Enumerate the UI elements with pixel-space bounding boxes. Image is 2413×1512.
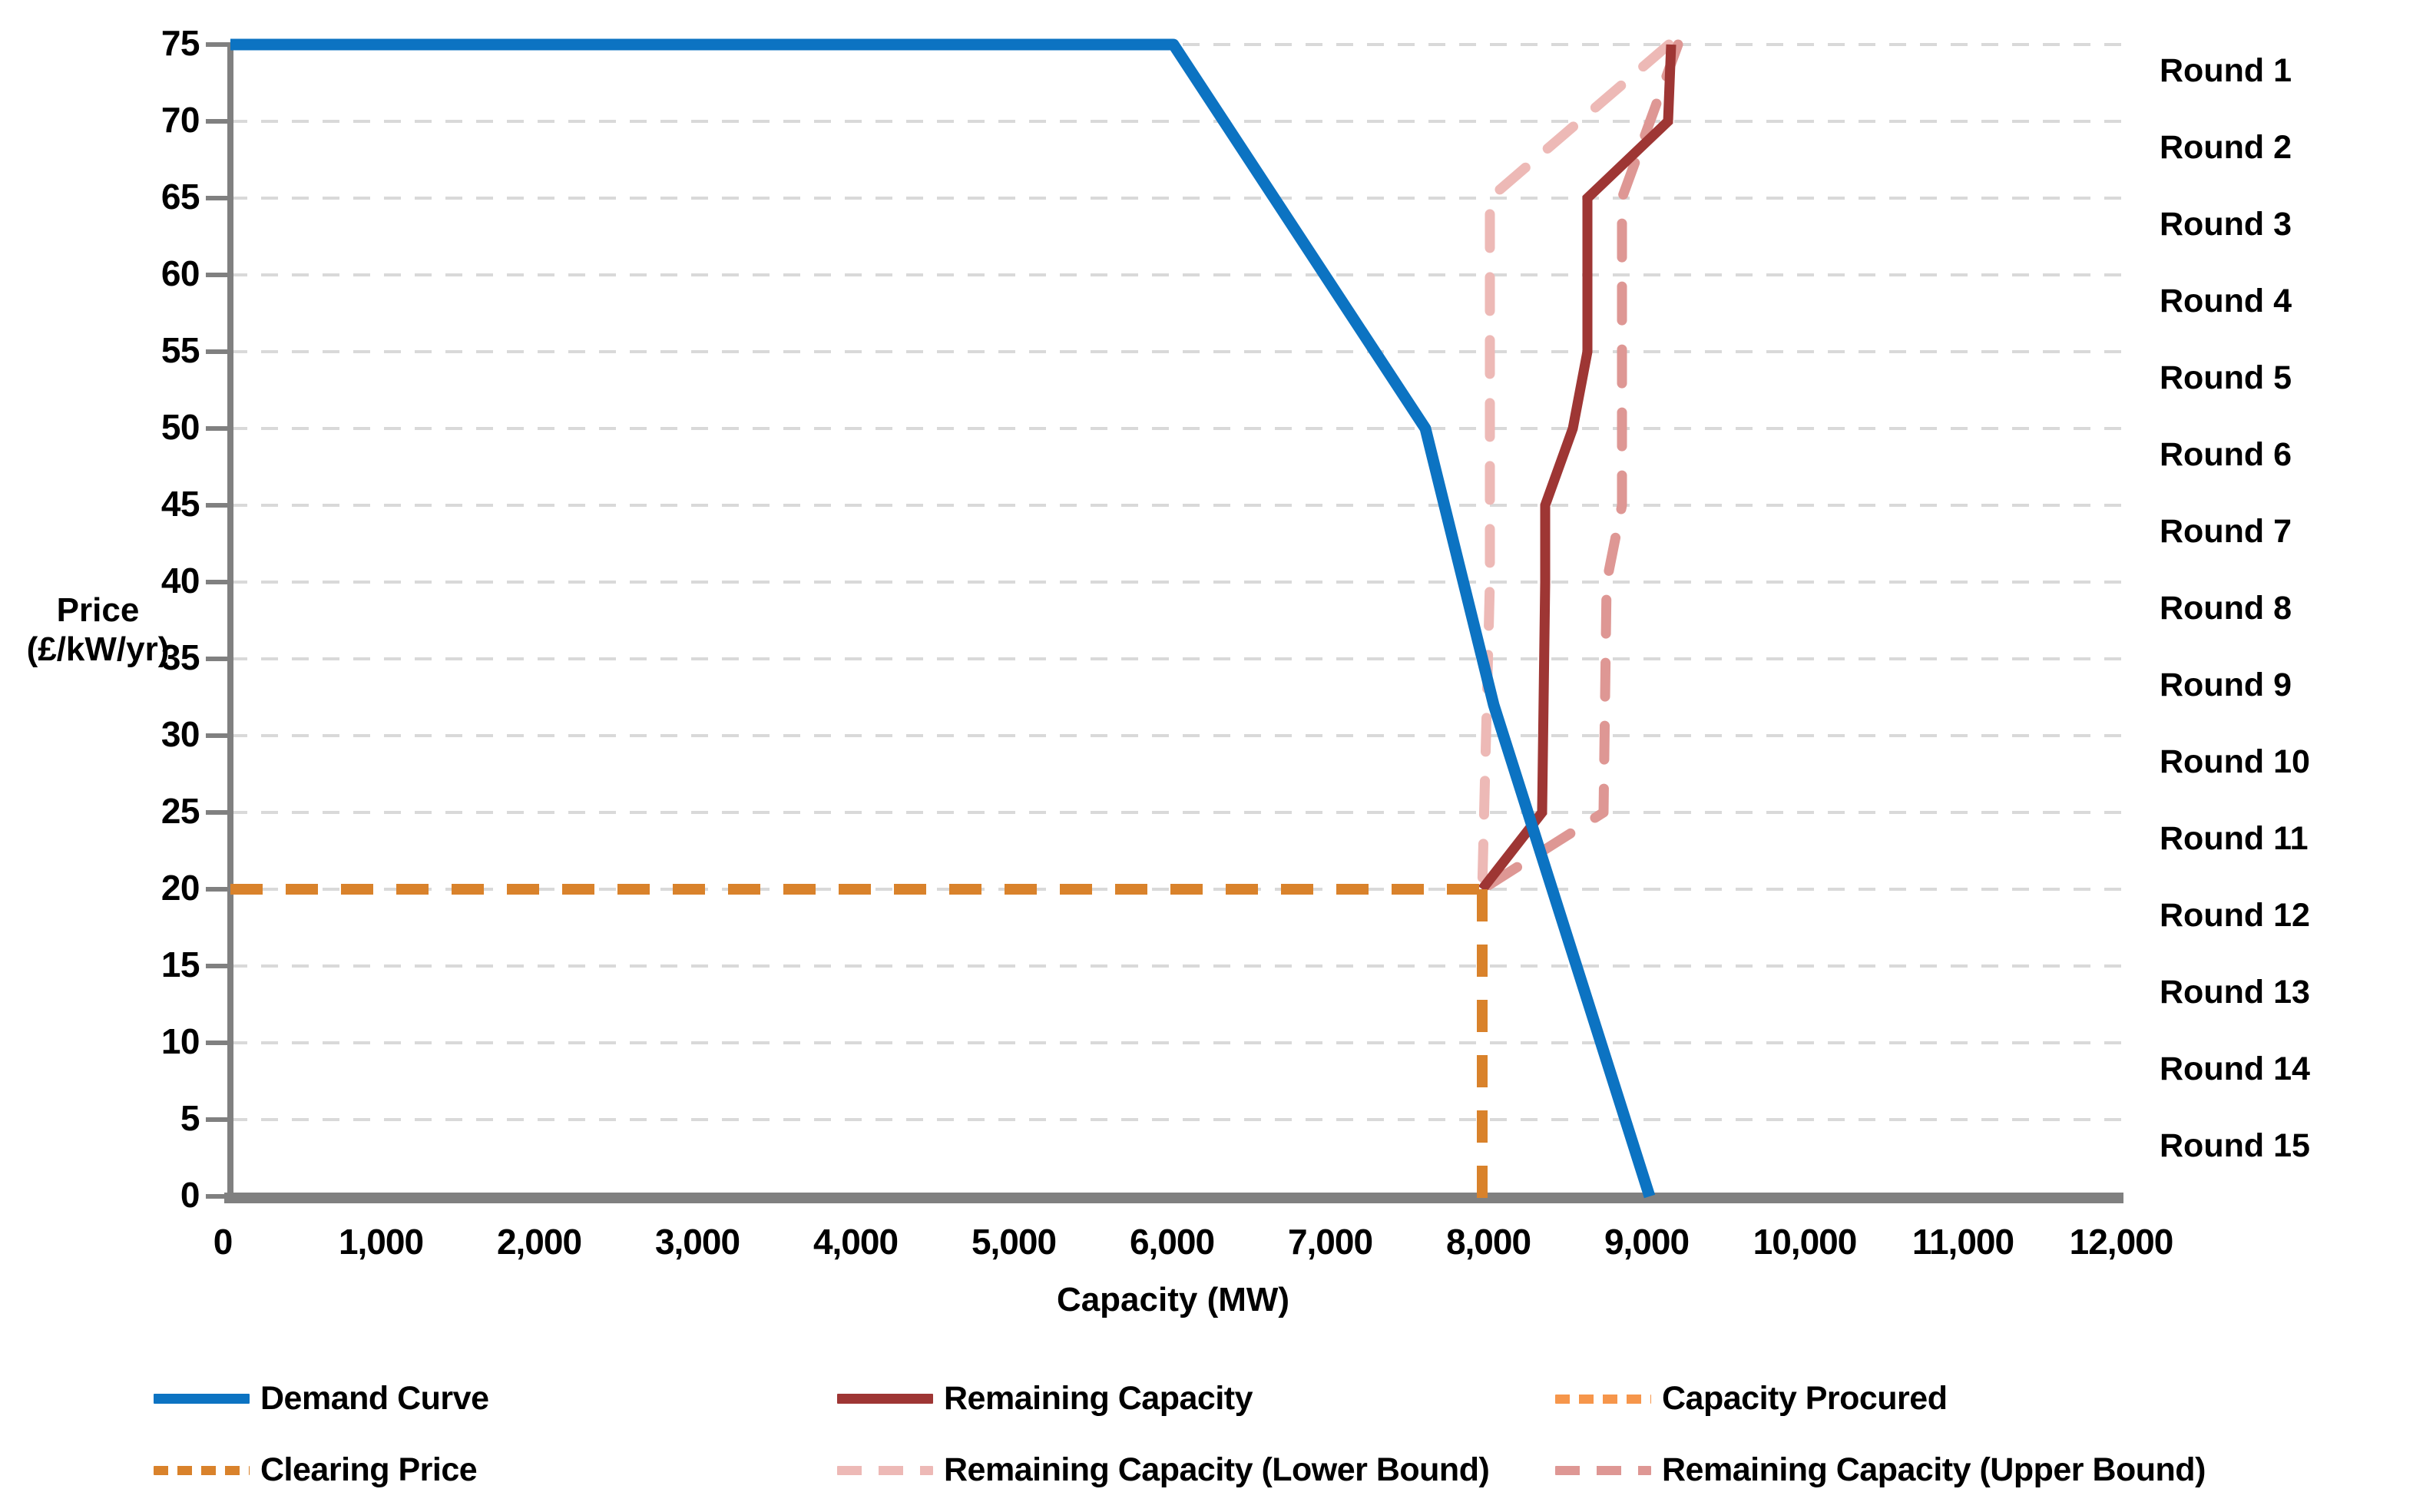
- chart-page: 75 70 65 60 55 50 45 40 35 30 25 20 15 1…: [0, 0, 2413, 1512]
- chart-legend: Demand Curve Remaining Capacity Capacity…: [154, 1363, 2227, 1506]
- legend-label-demand-curve: Demand Curve: [260, 1380, 489, 1417]
- series-demand-curve: [230, 38, 1656, 1199]
- round-annotation-15: Round 15: [2160, 1127, 2310, 1164]
- x-tick-12000: 12,000: [2069, 1222, 2174, 1262]
- round-annotation-5: Round 5: [2160, 359, 2292, 396]
- legend-swatch-remaining-capacity-lower-bound-icon: [837, 1465, 933, 1475]
- round-annotation-12: Round 12: [2160, 897, 2310, 934]
- legend-swatch-demand-curve-icon: [154, 1394, 250, 1404]
- x-axis-title: Capacity (MW): [1056, 1281, 1290, 1318]
- round-annotation-7: Round 7: [2160, 513, 2292, 550]
- y-axis-ticks: [206, 42, 230, 1199]
- round-annotation-9: Round 9: [2160, 667, 2292, 703]
- legend-swatch-clearing-price-icon: [154, 1465, 250, 1475]
- legend-swatch-remaining-capacity-upper-bound-icon: [1555, 1465, 1651, 1475]
- legend-item-demand-curve[interactable]: Demand Curve: [154, 1380, 837, 1418]
- legend-swatch-remaining-capacity-icon: [837, 1394, 933, 1404]
- gridlines: [230, 43, 2123, 1121]
- round-annotation-6: Round 6: [2160, 436, 2292, 473]
- round-annotation-3: Round 3: [2160, 206, 2292, 243]
- round-annotation-8: Round 8: [2160, 590, 2292, 627]
- round-annotation-13: Round 13: [2160, 974, 2310, 1011]
- round-annotation-10: Round 10: [2160, 743, 2310, 780]
- legend-label-remaining-capacity-upper-bound: Remaining Capacity (Upper Bound): [1662, 1451, 2206, 1488]
- legend-swatch-capacity-procured-icon: [1555, 1394, 1651, 1404]
- legend-item-clearing-price[interactable]: Clearing Price: [154, 1451, 837, 1489]
- legend-label-remaining-capacity: Remaining Capacity: [944, 1380, 1253, 1417]
- legend-item-remaining-capacity-lower-bound[interactable]: Remaining Capacity (Lower Bound): [837, 1451, 1555, 1489]
- legend-item-capacity-procured[interactable]: Capacity Procured: [1555, 1380, 2227, 1418]
- legend-label-capacity-procured: Capacity Procured: [1662, 1380, 1948, 1417]
- round-annotation-11: Round 11: [2160, 820, 2309, 857]
- legend-item-remaining-capacity[interactable]: Remaining Capacity: [837, 1380, 1555, 1418]
- legend-item-remaining-capacity-upper-bound[interactable]: Remaining Capacity (Upper Bound): [1555, 1451, 2227, 1489]
- round-annotation-2: Round 2: [2160, 129, 2292, 166]
- legend-label-remaining-capacity-lower-bound: Remaining Capacity (Lower Bound): [944, 1451, 1490, 1488]
- round-annotation-14: Round 14: [2160, 1050, 2310, 1087]
- legend-label-clearing-price: Clearing Price: [260, 1451, 478, 1488]
- round-annotation-4: Round 4: [2160, 283, 2292, 319]
- round-annotation-1: Round 1: [2160, 52, 2292, 89]
